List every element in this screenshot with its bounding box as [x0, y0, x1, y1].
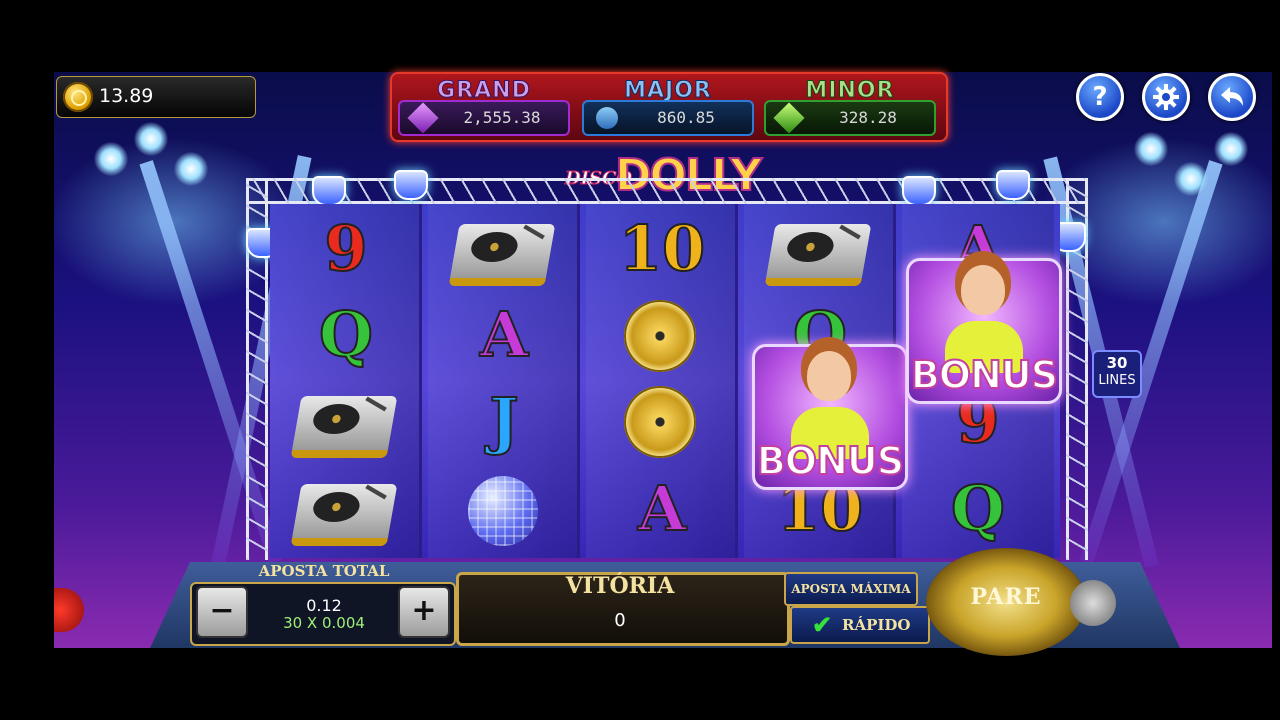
lines-count: 30	[1106, 354, 1128, 372]
balance-display: 13.89	[56, 76, 256, 118]
spotlight	[94, 142, 128, 176]
symbol-gold-disc	[586, 378, 738, 464]
spotlight	[134, 122, 168, 156]
spin-stop-button[interactable]: PARE	[926, 548, 1086, 656]
help-icon: ?	[1092, 82, 1108, 112]
bonus-label: BONUS	[756, 438, 905, 484]
spin-stop-label: PARE	[970, 584, 1042, 610]
bonus-label: BONUS	[910, 352, 1059, 398]
symbol-9: 9	[323, 211, 368, 286]
symbol-gold-disc	[586, 292, 738, 378]
gold-disc-icon	[624, 386, 696, 458]
fast-spin-label: RÁPIDO	[842, 616, 911, 634]
symbol-turntable	[744, 206, 896, 292]
turntable-icon	[448, 224, 556, 286]
win-value: 0	[614, 610, 626, 631]
blue-gem-icon	[591, 102, 623, 134]
fast-spin-toggle[interactable]: ✔ RÁPIDO	[790, 606, 930, 644]
back-arrow-icon	[1221, 87, 1243, 106]
tonearm-icon	[1070, 580, 1116, 626]
spotlight	[174, 152, 208, 186]
decrease-bet-button[interactable]: −	[196, 586, 248, 638]
symbol-disco-ball	[428, 466, 580, 552]
help-button[interactable]: ?	[1076, 73, 1124, 121]
jackpot-minor-value: 328.28	[839, 108, 897, 127]
symbol-q: Q	[950, 471, 1006, 546]
spotlight	[1214, 132, 1248, 166]
reel-3: 10 A	[586, 204, 738, 558]
win-label: VITÓRIA	[565, 573, 675, 599]
gold-disc-icon	[624, 300, 696, 372]
settings-button[interactable]	[1142, 73, 1190, 121]
gold-coin-icon	[63, 82, 93, 112]
symbol-turntable	[270, 378, 422, 464]
stage-lamp-icon	[902, 176, 936, 206]
lines-badge: 30 LINES	[1092, 350, 1142, 398]
turntable-icon	[290, 396, 398, 458]
spotlight	[1174, 162, 1208, 196]
symbol-a: A	[637, 471, 687, 546]
green-gem-icon	[773, 102, 805, 134]
jackpot-grand-value: 2,555.38	[463, 108, 541, 127]
increase-bet-button[interactable]: +	[398, 586, 450, 638]
back-button[interactable]	[1208, 73, 1256, 121]
bonus-symbol: BONUS	[906, 258, 1062, 404]
lines-label: LINES	[1098, 373, 1136, 388]
turntable-icon	[764, 224, 872, 286]
disco-ball-icon	[468, 476, 538, 546]
dolly-character-icon	[807, 351, 851, 401]
reel-1: 9 Q	[270, 204, 422, 558]
jackpot-panel: GRAND 2,555.38 MAJOR 860.85 MINOR 328.28	[390, 72, 948, 142]
symbol-10: 10	[618, 211, 706, 286]
spotlight	[1134, 132, 1168, 166]
dolly-character-icon	[961, 265, 1005, 315]
purple-gem-icon	[407, 102, 439, 134]
jackpot-minor: MINOR 328.28	[764, 78, 936, 136]
checkmark-icon: ✔	[812, 610, 833, 639]
symbol-turntable	[428, 206, 580, 292]
bet-calculation: 30 X 0.004	[283, 614, 365, 632]
max-bet-button[interactable]: APOSTA MÁXIMA	[784, 572, 918, 606]
jackpot-grand: GRAND 2,555.38	[398, 78, 570, 136]
total-bet-label: APOSTA TOTAL	[258, 562, 390, 580]
symbol-q: Q	[318, 297, 374, 372]
symbol-turntable	[270, 466, 422, 552]
balance-value: 13.89	[99, 85, 154, 107]
stage-lamp-icon	[312, 176, 346, 206]
bonus-symbol: BONUS	[752, 344, 908, 490]
turntable-icon	[290, 484, 398, 546]
symbol-a: A	[479, 297, 529, 372]
reel-2: A J	[428, 204, 580, 558]
stage-lamp-icon	[996, 170, 1030, 200]
total-bet-value: 0.12	[306, 596, 342, 615]
jackpot-major-value: 860.85	[657, 108, 715, 127]
stage-lamp-icon	[394, 170, 428, 200]
jackpot-major: MAJOR 860.85	[582, 78, 754, 136]
gear-icon	[1153, 84, 1179, 110]
symbol-j: J	[488, 383, 519, 458]
